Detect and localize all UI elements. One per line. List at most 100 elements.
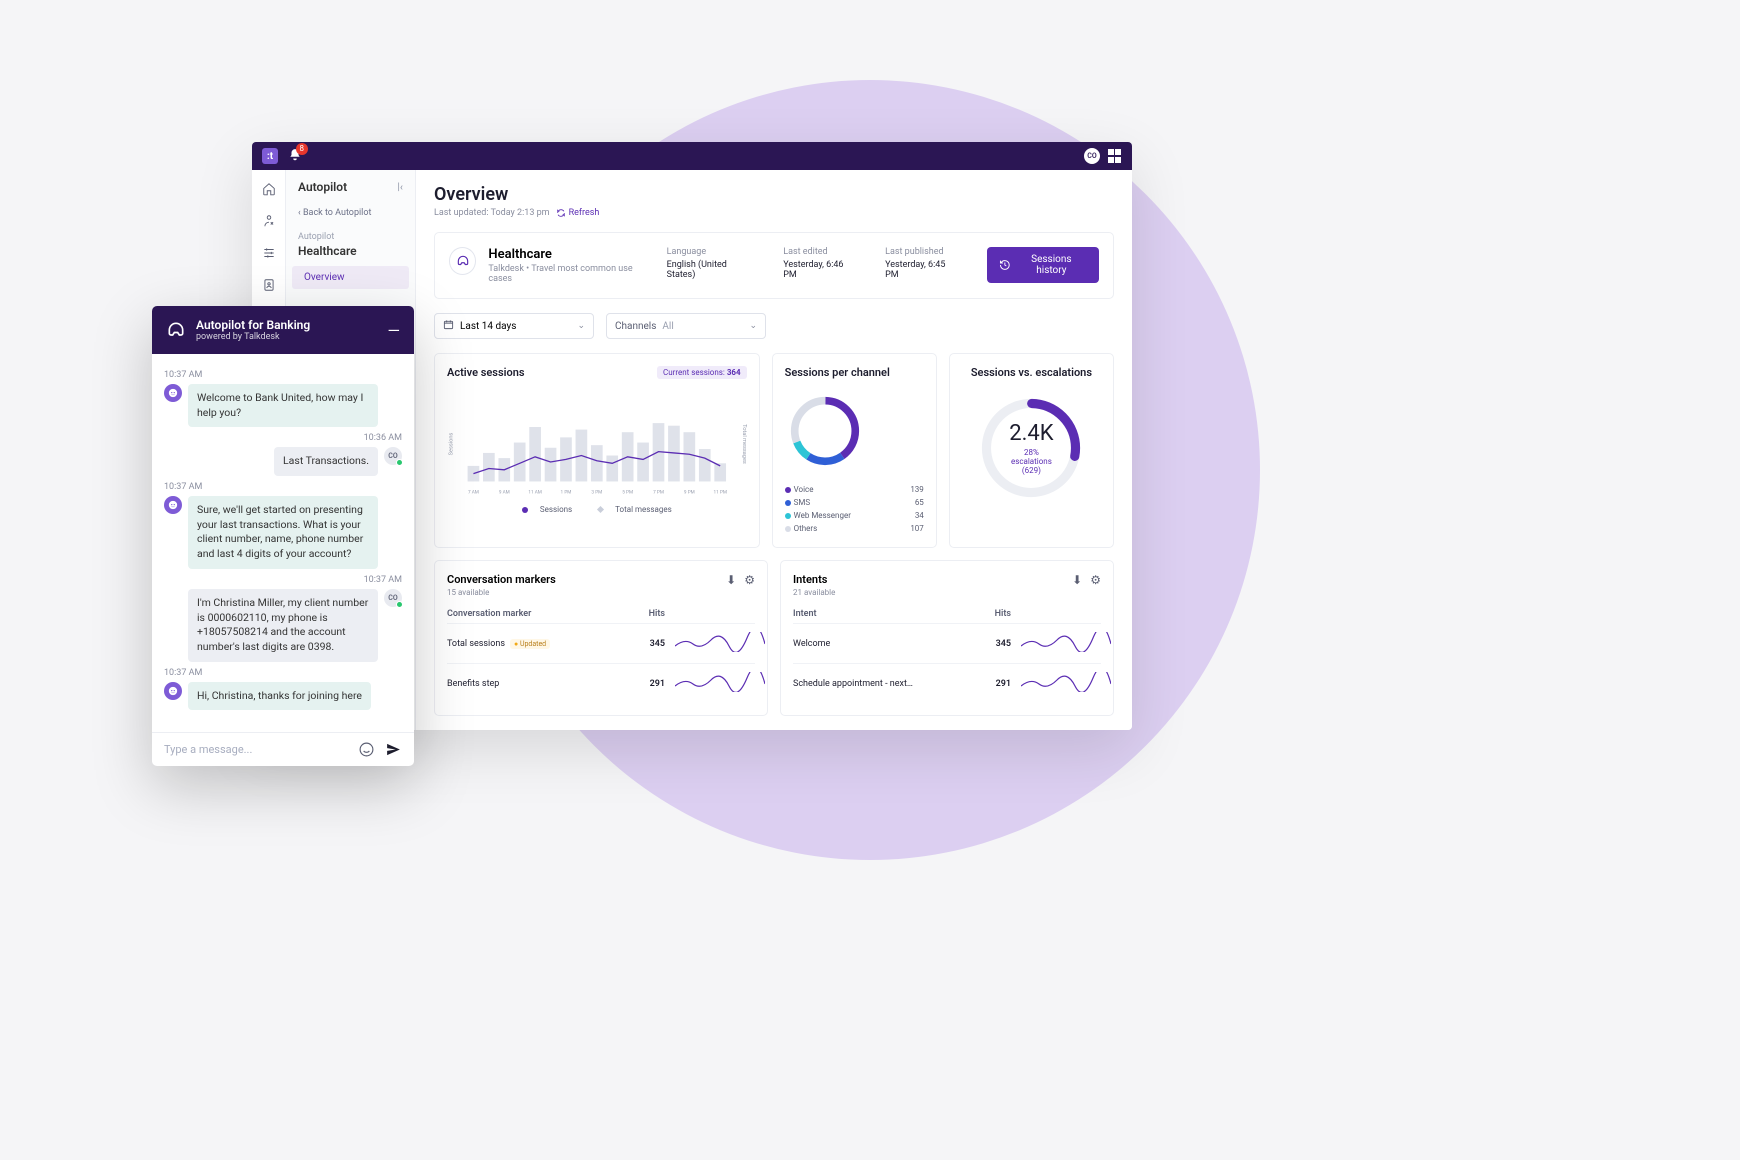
autopilot-icon: [166, 320, 186, 340]
chat-body[interactable]: 10:37 AM Welcome to Bank United, how may …: [152, 354, 414, 732]
bot-message: Welcome to Bank United, how may I help y…: [164, 384, 402, 427]
contact-icon[interactable]: [260, 276, 278, 294]
bot-avatar: [164, 682, 182, 700]
table-row[interactable]: Total sessionsUpdated345: [447, 623, 755, 663]
header-card-title: Healthcare: [488, 247, 654, 262]
timestamp: 10:37 AM: [164, 575, 402, 585]
svg-text:Sessions: Sessions: [449, 433, 455, 456]
table-title: Intents: [793, 573, 835, 586]
chevron-down-icon: ⌄: [577, 321, 585, 331]
user-message: I'm Christina Miller, my client number i…: [164, 589, 402, 662]
chat-title: Autopilot for Banking: [196, 318, 310, 332]
meta-item: Last editedYesterday, 6:46 PM: [783, 247, 857, 280]
table-subtitle: 21 available: [793, 588, 835, 597]
calendar-icon: [443, 319, 454, 330]
conversation-markers-table: Conversation markers 15 available ⬇ ⚙ Co…: [434, 560, 768, 716]
emoji-icon[interactable]: [358, 741, 375, 758]
user-avatar: CO: [384, 589, 402, 607]
chat-footer: [152, 732, 414, 766]
svg-text:1 PM: 1 PM: [561, 490, 572, 496]
bot-message: Sure, we'll get started on presenting yo…: [164, 496, 402, 569]
settings-sliders-icon[interactable]: [260, 244, 278, 262]
legend-sessions: Sessions: [516, 505, 578, 514]
table-title: Conversation markers: [447, 573, 556, 586]
svg-text:5 PM: 5 PM: [622, 490, 633, 496]
channel-row: Web Messenger34: [785, 509, 924, 522]
last-updated: Last updated: Today 2:13 pm: [434, 208, 550, 218]
healthcare-icon: [449, 247, 476, 275]
escalations-sub: 28% escalations (629): [1004, 448, 1059, 475]
subnav-title: Autopilot: [298, 180, 347, 194]
minimize-button[interactable]: —: [388, 321, 401, 340]
meta-item: LanguageEnglish (United States): [667, 247, 756, 280]
nav-item-overview[interactable]: Overview: [292, 266, 409, 289]
refresh-button[interactable]: Refresh: [556, 208, 600, 218]
svg-text:Total messages: Total messages: [741, 424, 747, 464]
bot-avatar: [164, 384, 182, 402]
legend-total: Total messages: [592, 505, 678, 514]
apps-grid-icon[interactable]: [1108, 149, 1122, 163]
user-avatar: CO: [384, 447, 402, 465]
svg-text:3 PM: 3 PM: [591, 490, 602, 496]
sessions-escalations-card: Sessions vs. escalations 2.4K 28% escala…: [949, 353, 1114, 548]
chevron-down-icon: ⌄: [749, 321, 757, 331]
notifications-button[interactable]: 8: [288, 147, 302, 166]
section-title: Healthcare: [286, 244, 415, 266]
back-link[interactable]: Back to Autopilot: [286, 202, 415, 224]
active-sessions-chart: Sessions Total messages 7 AM 9 AM 11 AM 1 PM 3…: [447, 389, 747, 499]
channels-select[interactable]: Channels All ⌄: [606, 313, 766, 339]
channel-row: SMS65: [785, 496, 924, 509]
bot-message: Hi, Christina, thanks for joining here: [164, 682, 402, 711]
svg-text:11 PM: 11 PM: [713, 490, 726, 496]
current-sessions-badge: Current sessions: 364: [657, 366, 747, 379]
intents-table: Intents 21 available ⬇ ⚙ IntentHits Welc…: [780, 560, 1114, 716]
channel-row: Voice139: [785, 483, 924, 496]
table-row[interactable]: Welcome345: [793, 623, 1101, 663]
meta-item: Last publishedYesterday, 6:45 PM: [885, 247, 959, 280]
svg-text:9 PM: 9 PM: [684, 490, 695, 496]
date-range-select[interactable]: Last 14 days ⌄: [434, 313, 594, 339]
channel-donut-chart: [785, 391, 865, 471]
timestamp: 10:37 AM: [164, 668, 402, 678]
table-row[interactable]: Benefits step291: [447, 663, 755, 703]
refresh-icon: [556, 208, 566, 218]
gear-icon[interactable]: ⚙: [744, 573, 755, 587]
app-logo[interactable]: :t: [262, 148, 278, 164]
history-icon: [999, 259, 1011, 271]
download-icon[interactable]: ⬇: [1072, 573, 1082, 587]
timestamp: 10:37 AM: [164, 370, 402, 380]
user-avatar[interactable]: CO: [1084, 148, 1100, 164]
topbar: :t 8 CO: [252, 142, 1132, 170]
header-card: Healthcare Talkdesk • Travel most common…: [434, 232, 1114, 299]
channel-row: Others107: [785, 522, 924, 535]
send-icon[interactable]: [385, 741, 402, 758]
page-title: Overview: [434, 184, 1114, 205]
chat-widget: Autopilot for Banking powered by Talkdes…: [152, 306, 414, 766]
svg-text:9 AM: 9 AM: [499, 490, 510, 496]
home-icon[interactable]: [260, 180, 278, 198]
collapse-icon[interactable]: |‹: [397, 182, 403, 193]
user-message: Last Transactions.CO: [164, 447, 402, 476]
table-row[interactable]: Schedule appointment - next…291: [793, 663, 1101, 703]
bot-avatar: [164, 496, 182, 514]
gear-icon[interactable]: ⚙: [1090, 573, 1101, 587]
card-title: Sessions per channel: [785, 366, 924, 379]
chat-subtitle: powered by Talkdesk: [196, 332, 310, 342]
breadcrumb: Autopilot: [286, 224, 415, 244]
escalations-donut-chart: 2.4K 28% escalations (629): [976, 393, 1086, 503]
download-icon[interactable]: ⬇: [726, 573, 736, 587]
active-sessions-card: Current sessions: 364 Active sessions Se…: [434, 353, 760, 548]
agent-icon[interactable]: [260, 212, 278, 230]
chat-header: Autopilot for Banking powered by Talkdes…: [152, 306, 414, 354]
svg-text:7 AM: 7 AM: [468, 490, 479, 496]
sessions-history-button[interactable]: Sessions history: [987, 247, 1099, 283]
timestamp: 10:36 AM: [164, 433, 402, 443]
header-card-subtitle: Talkdesk • Travel most common use cases: [488, 264, 654, 284]
sessions-per-channel-card: Sessions per channel Voice139SMS65Web Me…: [772, 353, 937, 548]
svg-text:7 PM: 7 PM: [653, 490, 664, 496]
chat-input[interactable]: [164, 743, 348, 756]
total-sessions-number: 2.4K: [1004, 421, 1059, 446]
svg-text:11 AM: 11 AM: [528, 490, 542, 496]
timestamp: 10:37 AM: [164, 482, 402, 492]
notification-badge: 8: [296, 143, 309, 155]
